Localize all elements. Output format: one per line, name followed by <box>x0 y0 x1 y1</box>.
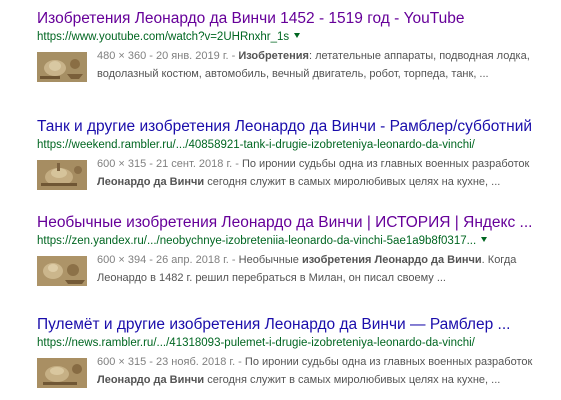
search-result-4: Пулемёт и другие изобретения Леонардо да… <box>37 315 557 395</box>
result-body: 480 × 360 - 20 янв. 2019 г. - Изобретени… <box>37 47 557 89</box>
result-thumbnail[interactable] <box>37 256 87 286</box>
snippet-text: По иронии судьбы одна из главных военных… <box>241 158 530 170</box>
result-body: 600 × 394 - 26 апр. 2018 г. - Необычные … <box>37 251 557 293</box>
result-title-link[interactable]: Танк и другие изобретения Леонардо да Ви… <box>37 117 557 137</box>
result-meta: 600 × 394 - 26 апр. 2018 г. - <box>97 254 239 266</box>
result-snippet: 600 × 315 - 23 нояб. 2018 г. - По иронии… <box>97 353 557 389</box>
search-result-2: Танк и другие изобретения Леонардо да Ви… <box>37 117 557 197</box>
dropdown-caret-icon[interactable] <box>481 237 488 242</box>
result-meta: 600 × 315 - 21 сент. 2018 г. - <box>97 158 242 170</box>
result-thumbnail[interactable] <box>37 160 87 190</box>
result-snippet: 480 × 360 - 20 янв. 2019 г. - Изобретени… <box>97 47 557 83</box>
result-url[interactable]: https://www.youtube.com/watch?v=2UHRnxhr… <box>37 31 289 43</box>
result-title-link[interactable]: Необычные изобретения Леонардо да Винчи … <box>37 213 557 233</box>
result-title-link[interactable]: Пулемёт и другие изобретения Леонардо да… <box>37 315 557 335</box>
result-url[interactable]: https://weekend.rambler.ru/.../40858921-… <box>37 139 475 151</box>
snippet-text: : летательные аппараты, подводная лодка, <box>308 50 530 62</box>
snippet-text: По иронии судьбы одна из главных военных… <box>244 356 533 368</box>
result-body: 600 × 315 - 21 сент. 2018 г. - По иронии… <box>37 155 557 197</box>
result-url[interactable]: https://news.rambler.ru/.../41318093-pul… <box>37 337 475 349</box>
result-url-row: https://www.youtube.com/watch?v=2UHRnxhr… <box>37 29 557 45</box>
result-snippet: 600 × 315 - 21 сент. 2018 г. - По иронии… <box>97 155 557 191</box>
result-url[interactable]: https://zen.yandex.ru/.../neobychnye-izo… <box>37 235 476 247</box>
snippet-bold: изобретения Леонардо да Винчи <box>301 254 482 266</box>
search-result-1: Изобретения Леонардо да Винчи 1452 - 151… <box>37 9 557 89</box>
snippet-bold: Леонардо да Винчи <box>97 374 205 386</box>
result-meta: 480 × 360 - 20 янв. 2019 г. - <box>97 50 239 62</box>
snippet-text: Необычные <box>238 254 302 266</box>
snippet-bold: Изобретения <box>238 50 309 62</box>
result-url-row: https://news.rambler.ru/.../41318093-pul… <box>37 335 557 351</box>
result-url-row: https://weekend.rambler.ru/.../40858921-… <box>37 137 557 153</box>
snippet-line-2: Леонардо в 1482 г. решил перебраться в М… <box>97 272 446 284</box>
result-url-row: https://zen.yandex.ru/.../neobychnye-izo… <box>37 233 557 249</box>
dropdown-caret-icon[interactable] <box>294 33 301 38</box>
result-meta: 600 × 315 - 23 нояб. 2018 г. - <box>97 356 245 368</box>
result-thumbnail[interactable] <box>37 358 87 388</box>
snippet-text: . Когда <box>481 254 517 266</box>
result-title-link[interactable]: Изобретения Леонардо да Винчи 1452 - 151… <box>37 9 557 29</box>
snippet-text: сегодня служит в самых миролюбивых целях… <box>204 374 501 386</box>
snippet-bold: Леонардо да Винчи <box>97 176 205 188</box>
result-thumbnail[interactable] <box>37 52 87 82</box>
result-body: 600 × 315 - 23 нояб. 2018 г. - По иронии… <box>37 353 557 395</box>
search-result-3: Необычные изобретения Леонардо да Винчи … <box>37 213 557 293</box>
result-snippet: 600 × 394 - 26 апр. 2018 г. - Необычные … <box>97 251 557 287</box>
snippet-line-2: водолазный костюм, автомобиль, вечный дв… <box>97 68 489 80</box>
snippet-text: сегодня служит в самых миролюбивых целях… <box>204 176 501 188</box>
